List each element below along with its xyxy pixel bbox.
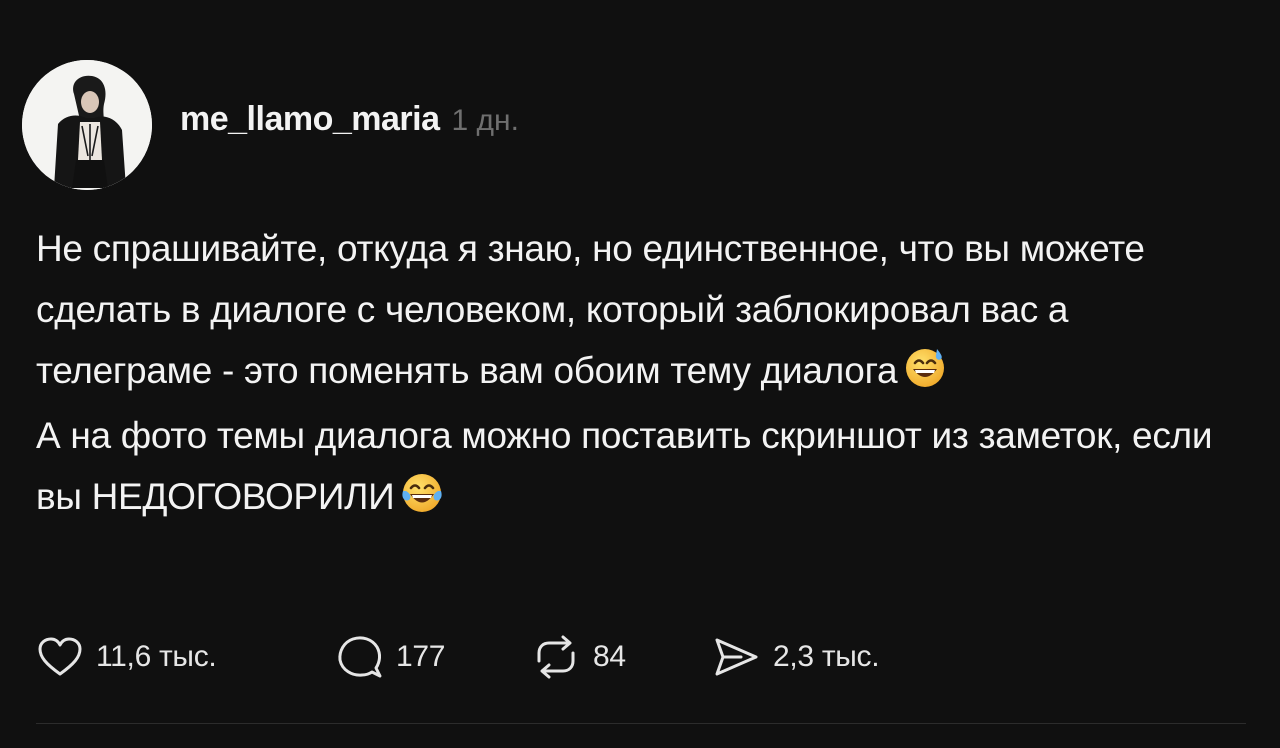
post-paragraph: А на фото темы диалога можно поставить с…: [36, 405, 1246, 527]
repost-icon: [531, 635, 581, 679]
post-actions: 11,6 тыс. 177 84 2,3 тыс.: [36, 633, 880, 681]
post-header: me_llamo_maria 1 дн.: [180, 100, 519, 144]
post-paragraph-text: Не спрашивайте, откуда я знаю, но единст…: [36, 228, 1145, 391]
share-count: 2,3 тыс.: [773, 640, 880, 673]
post-paragraph: Не спрашивайте, откуда я знаю, но единст…: [36, 218, 1246, 401]
face-with-tears-of-joy-emoji: [400, 471, 444, 515]
thread-post: me_llamo_maria 1 дн. Не спрашивайте, отк…: [0, 0, 1280, 748]
reply-button[interactable]: 177: [336, 634, 531, 680]
author-avatar[interactable]: [22, 60, 152, 190]
repost-count: 84: [593, 640, 626, 673]
like-button[interactable]: 11,6 тыс.: [36, 635, 336, 679]
author-username[interactable]: me_llamo_maria: [180, 100, 440, 139]
comment-icon: [336, 634, 384, 680]
repost-button[interactable]: 84: [531, 635, 711, 679]
post-paragraph-text: А на фото темы диалога можно поставить с…: [36, 415, 1213, 517]
send-icon: [711, 635, 761, 679]
share-button[interactable]: 2,3 тыс.: [711, 635, 880, 679]
like-count: 11,6 тыс.: [96, 640, 217, 673]
heart-icon: [36, 635, 84, 679]
post-timestamp: 1 дн.: [451, 104, 519, 137]
post-text: Не спрашивайте, откуда я знаю, но единст…: [36, 218, 1246, 527]
post-divider: [36, 723, 1246, 724]
grinning-face-with-sweat-emoji: [903, 345, 947, 389]
reply-count: 177: [396, 640, 446, 673]
